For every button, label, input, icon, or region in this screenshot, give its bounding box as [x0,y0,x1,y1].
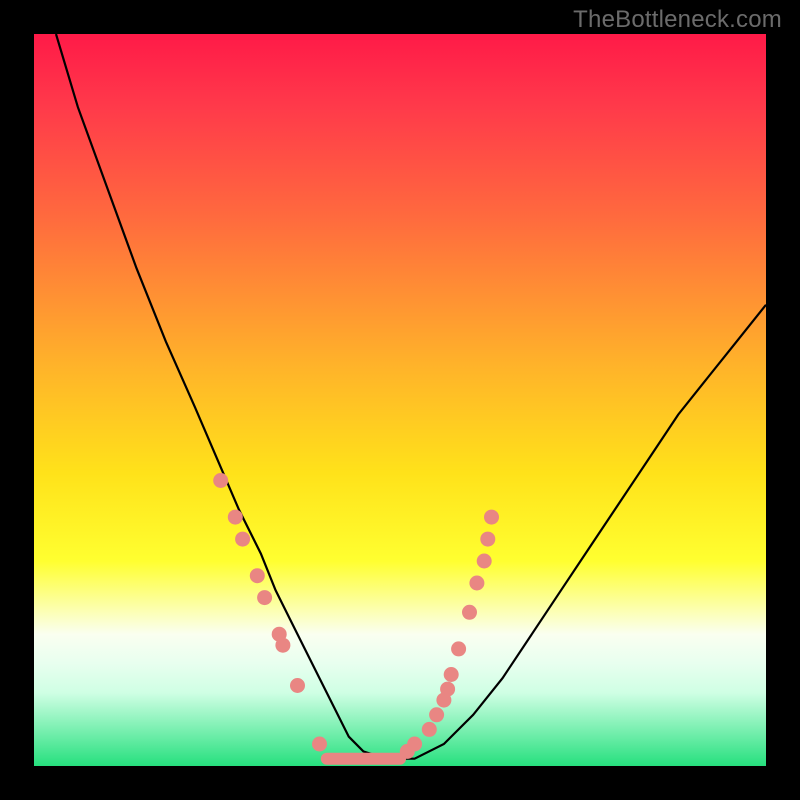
data-points-right [400,510,499,759]
data-point [275,638,290,653]
data-point [444,667,459,682]
data-point [407,737,422,752]
data-point [469,576,484,591]
data-points-left [213,473,327,752]
data-point [477,554,492,569]
data-point [213,473,228,488]
chart-frame: TheBottleneck.com [0,0,800,800]
data-point [422,722,437,737]
bottleneck-curve [56,34,766,759]
chart-svg [34,34,766,766]
data-point [250,568,265,583]
watermark-text: TheBottleneck.com [573,6,782,34]
data-point [451,641,466,656]
data-point [257,590,272,605]
data-point [312,737,327,752]
data-point [484,510,499,525]
data-point [429,707,444,722]
data-point [290,678,305,693]
data-point [480,532,495,547]
data-point [228,510,243,525]
data-point [235,532,250,547]
data-point [440,682,455,697]
plot-area [34,34,766,766]
data-point [462,605,477,620]
